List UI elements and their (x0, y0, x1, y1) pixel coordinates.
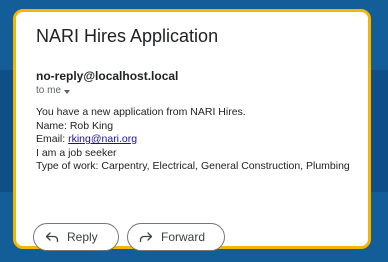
chevron-down-icon[interactable] (64, 89, 71, 94)
recipient-label: to me (36, 85, 62, 96)
forward-label: Forward (161, 230, 206, 244)
forward-icon (139, 231, 153, 243)
reply-label: Reply (67, 230, 98, 244)
body-work-type: Type of work: Carpentry, Electrical, Gen… (36, 160, 350, 172)
body-intro: You have a new application from NARI Hir… (36, 106, 246, 118)
body-name: Name: Rob King (36, 119, 114, 132)
body-email-label: Email: (36, 133, 69, 145)
email-actions: Reply Forward (33, 223, 225, 251)
body-seeker: I am a job seeker (36, 146, 117, 159)
reply-button[interactable]: Reply (33, 223, 119, 251)
recipient-details-toggle[interactable]: to me (36, 84, 352, 98)
sender-address: no-reply@localhost.local (36, 69, 179, 83)
email-subject: NARI Hires Application (36, 26, 219, 46)
body-email: Email: rking@nari.org (36, 133, 352, 147)
forward-button[interactable]: Forward (127, 223, 225, 251)
reply-icon (45, 231, 59, 243)
applicant-email-link[interactable]: rking@nari.org (68, 133, 137, 145)
email-card: NARI Hires Application no-reply@localhos… (13, 9, 371, 249)
